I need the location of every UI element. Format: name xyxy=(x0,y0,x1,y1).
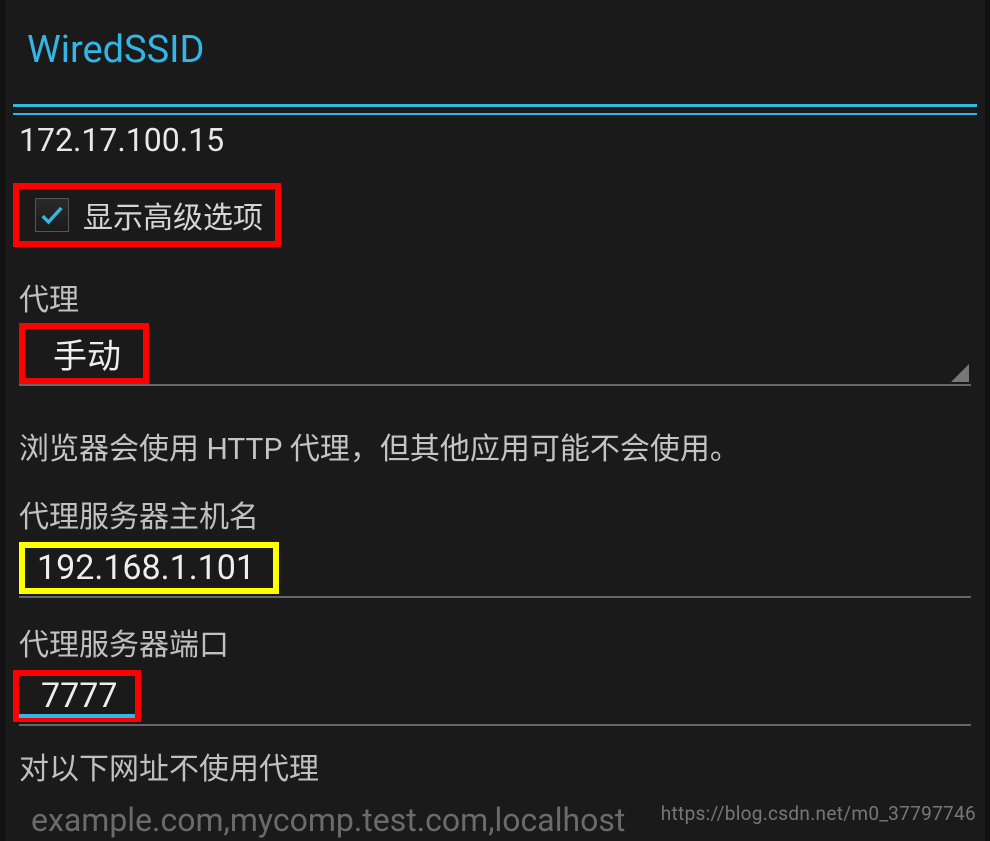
proxy-spinner[interactable]: 手动 xyxy=(19,323,971,386)
highlight-proxy-value: 手动 xyxy=(19,323,149,384)
show-advanced-checkbox[interactable] xyxy=(35,198,69,232)
hostname-label: 代理服务器主机名 xyxy=(19,492,971,536)
bypass-input[interactable]: example.com,mycomp.test.com,localhost xyxy=(19,792,971,841)
highlight-advanced: 显示高级选项 xyxy=(13,183,281,247)
port-label: 代理服务器端口 xyxy=(19,620,971,664)
port-field: 代理服务器端口 7777 xyxy=(13,620,977,726)
hostname-input[interactable]: 192.168.1.101 xyxy=(19,540,971,598)
proxy-value: 手动 xyxy=(31,331,143,383)
proxy-note: 浏览器会使用 HTTP 代理，但其他应用可能不会使用。 xyxy=(13,386,977,486)
dialog-title: WiredSSID xyxy=(5,0,985,104)
bypass-placeholder: example.com,mycomp.test.com,localhost xyxy=(19,793,637,841)
highlight-port: 7777 xyxy=(13,670,141,722)
bypass-field: 对以下网址不使用代理 example.com,mycomp.test.com,l… xyxy=(13,744,977,841)
proxy-section: 代理 手动 xyxy=(13,275,977,386)
check-icon xyxy=(38,201,66,229)
bypass-label: 对以下网址不使用代理 xyxy=(19,744,971,788)
port-focus-underline xyxy=(19,714,135,718)
ip-address-value: 172.17.100.15 xyxy=(13,113,977,183)
port-input[interactable]: 7777 xyxy=(19,668,971,726)
hostname-field: 代理服务器主机名 192.168.1.101 xyxy=(13,492,977,598)
show-advanced-label: 显示高级选项 xyxy=(83,193,263,237)
title-separator xyxy=(13,104,977,107)
show-advanced-row[interactable]: 显示高级选项 xyxy=(25,189,275,241)
highlight-hostname: 192.168.1.101 xyxy=(19,542,279,594)
dialog-body: 172.17.100.15 显示高级选项 代理 手动 浏览器会使用 HTTP 代… xyxy=(5,113,985,841)
wifi-settings-dialog: WiredSSID 172.17.100.15 显示高级选项 代理 手动 浏览 xyxy=(5,0,985,841)
proxy-label: 代理 xyxy=(19,275,971,319)
hostname-value: 192.168.1.101 xyxy=(25,542,273,594)
